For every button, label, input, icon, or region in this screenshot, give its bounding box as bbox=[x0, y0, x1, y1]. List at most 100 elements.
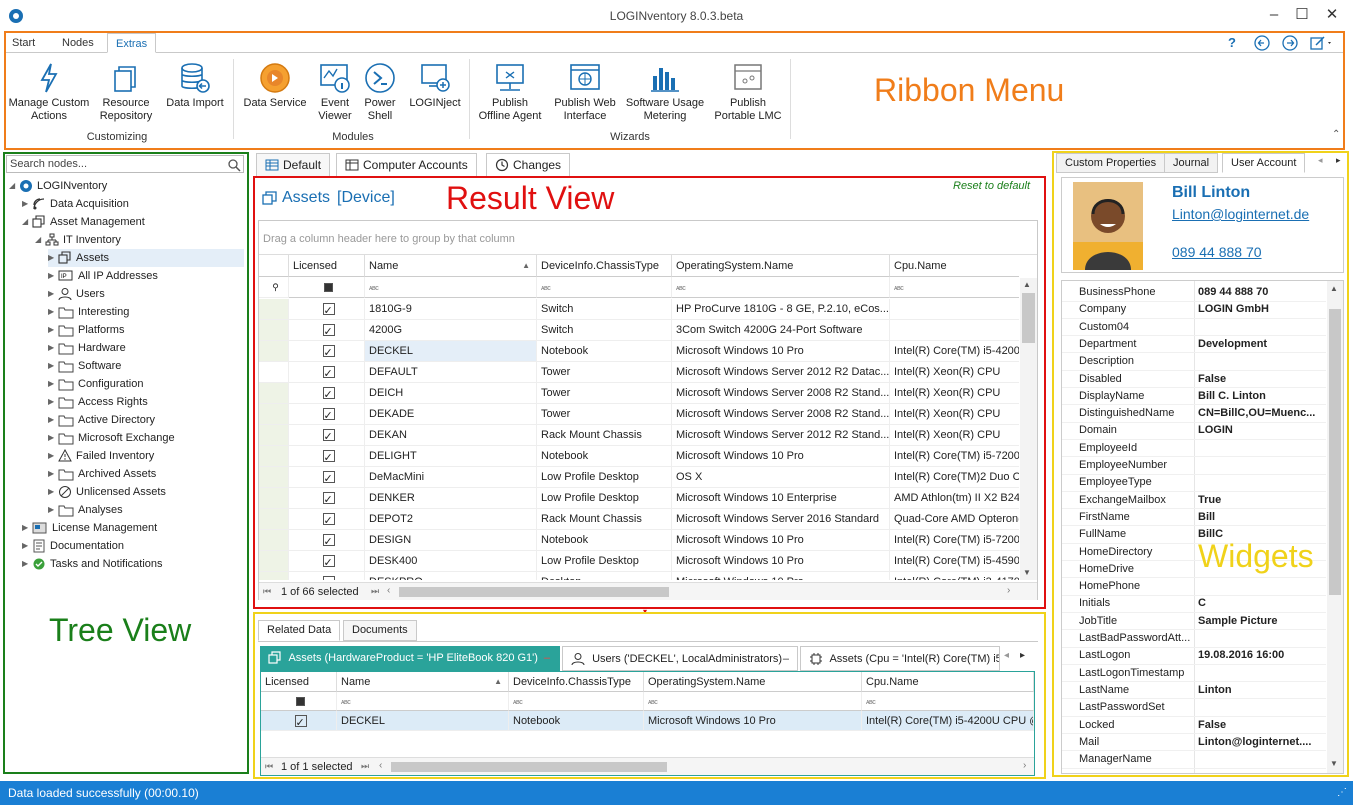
licensed-checkbox[interactable] bbox=[322, 343, 335, 361]
event-viewer-button[interactable]: Event Viewer bbox=[312, 59, 358, 123]
row-indicator[interactable] bbox=[259, 320, 289, 341]
filter-cell[interactable]: ᴀʙᴄ bbox=[890, 277, 1019, 298]
help-button[interactable]: ? bbox=[1228, 35, 1236, 50]
collapse-ribbon-button[interactable]: ⌃ bbox=[1332, 129, 1340, 140]
table-cell[interactable]: Tower bbox=[537, 383, 672, 404]
expand-arrow-icon[interactable]: ▶ bbox=[48, 483, 58, 501]
scroll-down-icon[interactable]: ▼ bbox=[1330, 759, 1338, 768]
filter-checkbox[interactable] bbox=[296, 696, 305, 706]
expand-arrow-icon[interactable]: ▶ bbox=[48, 249, 58, 267]
licensed-cell[interactable] bbox=[289, 383, 365, 404]
tab-custom-properties[interactable]: Custom Properties bbox=[1056, 153, 1166, 173]
table-cell[interactable]: Microsoft Windows Server 2008 R2 Stand..… bbox=[672, 404, 890, 425]
expand-arrow-icon[interactable]: ▶ bbox=[48, 375, 58, 393]
table-cell[interactable]: Tower bbox=[537, 404, 672, 425]
column-header[interactable]: DeviceInfo.ChassisType bbox=[537, 255, 672, 277]
tab-extras[interactable]: Extras bbox=[107, 33, 157, 53]
scroll-up-icon[interactable]: ▲ bbox=[1023, 280, 1031, 289]
tab-changes[interactable]: Changes bbox=[486, 153, 571, 177]
first-page-icon[interactable]: ⏮ bbox=[263, 586, 271, 597]
row-indicator[interactable] bbox=[259, 467, 289, 488]
licensed-checkbox[interactable] bbox=[322, 322, 335, 340]
table-cell[interactable]: Notebook bbox=[537, 530, 672, 551]
table-cell[interactable]: Low Profile Desktop bbox=[537, 488, 672, 509]
property-value[interactable]: Linton@loginternet.... bbox=[1198, 734, 1326, 751]
data-service-button[interactable]: Data Service bbox=[240, 59, 310, 110]
licensed-cell[interactable] bbox=[289, 467, 365, 488]
resize-grip-icon[interactable]: ⋰ bbox=[1337, 781, 1347, 805]
publish-offline-agent-button[interactable]: Publish Offline Agent bbox=[474, 59, 546, 123]
tree-node-assets[interactable]: ▶ Assets bbox=[48, 249, 244, 267]
licensed-checkbox[interactable] bbox=[322, 490, 335, 508]
table-cell[interactable]: DECKEL bbox=[337, 711, 509, 731]
table-cell[interactable]: Intel(R) Core(TM) i5-7200U bbox=[890, 446, 1019, 467]
table-cell[interactable]: Microsoft Windows 10 Pro bbox=[644, 711, 862, 731]
table-cell[interactable]: Intel(R) Xeon(R) CPU bbox=[890, 425, 1019, 446]
search-icon[interactable] bbox=[227, 158, 241, 172]
table-cell[interactable]: DESK400 bbox=[365, 551, 537, 572]
table-cell[interactable]: 4200G bbox=[365, 320, 537, 341]
licensed-checkbox[interactable] bbox=[322, 385, 335, 403]
table-cell[interactable]: Microsoft Windows 10 Pro bbox=[672, 551, 890, 572]
filter-cell[interactable] bbox=[261, 692, 337, 711]
power-shell-button[interactable]: Power Shell bbox=[358, 59, 402, 123]
close-subtab-icon[interactable]: – bbox=[544, 646, 550, 671]
licensed-cell[interactable] bbox=[289, 446, 365, 467]
publish-portable-lmc-button[interactable]: Publish Portable LMC bbox=[710, 59, 786, 123]
expand-arrow-icon[interactable]: ▶ bbox=[48, 393, 58, 411]
tree-node-all-ip-addresses[interactable]: ▶ IP All IP Addresses bbox=[48, 267, 158, 285]
filter-cell[interactable]: ᴀʙᴄ bbox=[337, 692, 509, 711]
table-cell[interactable]: DEPOT2 bbox=[365, 509, 537, 530]
filter-cell[interactable]: ᴀʙᴄ bbox=[509, 692, 644, 711]
licensed-checkbox[interactable] bbox=[322, 406, 335, 424]
table-cell[interactable]: DESIGN bbox=[365, 530, 537, 551]
property-value[interactable] bbox=[1198, 474, 1326, 491]
last-page-icon[interactable]: ⏭ bbox=[371, 586, 379, 597]
property-value[interactable]: True bbox=[1198, 492, 1326, 509]
user-email-link[interactable]: Linton@loginternet.de bbox=[1172, 206, 1309, 222]
property-value[interactable]: CN=BillC,OU=Muenc... bbox=[1198, 405, 1326, 422]
tree-node-archived-assets[interactable]: ▶ Archived Assets bbox=[48, 465, 156, 483]
tree-node-documentation[interactable]: ▶ Documentation bbox=[22, 537, 124, 555]
data-import-button[interactable]: Data Import bbox=[162, 59, 228, 110]
subtab-assets-hardware[interactable]: Assets (HardwareProduct = 'HP EliteBook … bbox=[260, 646, 560, 671]
splitter-handle-icon[interactable]: ▾ bbox=[643, 607, 647, 616]
tab-related-data[interactable]: Related Data bbox=[258, 620, 341, 641]
tree-node-access-rights[interactable]: ▶ Access Rights bbox=[48, 393, 148, 411]
licensed-checkbox[interactable] bbox=[294, 713, 307, 730]
property-value[interactable]: Linton bbox=[1198, 682, 1326, 699]
table-cell[interactable]: HP ProCurve 1810G - 8 GE, P.2.10, eCos..… bbox=[672, 299, 890, 320]
table-cell[interactable]: Intel(R) Core(TM) i5-4200U bbox=[890, 341, 1019, 362]
subtab-users[interactable]: Users ('DECKEL', LocalAdministrators) – bbox=[562, 646, 798, 671]
table-cell[interactable]: Notebook bbox=[537, 446, 672, 467]
minimize-button[interactable]: – bbox=[1264, 6, 1284, 24]
table-cell[interactable]: DENKER bbox=[365, 488, 537, 509]
table-cell[interactable]: DEKAN bbox=[365, 425, 537, 446]
table-cell[interactable]: Intel(R) Core(TM) i5-7200U bbox=[890, 530, 1019, 551]
table-cell[interactable]: Microsoft Windows 10 Pro bbox=[672, 572, 890, 580]
table-cell[interactable]: 1810G-9 bbox=[365, 299, 537, 320]
property-scrollbar[interactable]: ▲ ▼ bbox=[1327, 281, 1343, 773]
tab-journal[interactable]: Journal bbox=[1164, 153, 1219, 173]
row-indicator[interactable] bbox=[259, 341, 289, 362]
licensed-cell[interactable] bbox=[289, 341, 365, 362]
table-cell[interactable]: Switch bbox=[537, 299, 672, 320]
scroll-right-icon[interactable]: › bbox=[1007, 585, 1010, 596]
first-page-icon[interactable]: ⏮ bbox=[265, 761, 273, 772]
scrollbar-thumb[interactable] bbox=[1022, 293, 1035, 343]
row-indicator[interactable] bbox=[259, 551, 289, 572]
filter-cell[interactable]: ᴀʙᴄ bbox=[537, 277, 672, 298]
tree-node-license-management[interactable]: ▶ License Management bbox=[22, 519, 157, 537]
row-indicator[interactable] bbox=[259, 509, 289, 530]
related-column-header[interactable]: Name ▲ bbox=[337, 672, 509, 692]
widget-tab-next-icon[interactable]: ▸ bbox=[1336, 155, 1341, 166]
property-value[interactable]: 19.08.2016 16:00 bbox=[1198, 647, 1326, 664]
table-cell[interactable]: Microsoft Windows Server 2008 R2 Stand..… bbox=[672, 383, 890, 404]
expand-arrow-icon[interactable]: ◢ bbox=[9, 177, 19, 195]
table-cell[interactable]: Microsoft Windows Server 2012 R2 Stand..… bbox=[672, 425, 890, 446]
row-indicator[interactable] bbox=[259, 446, 289, 467]
tab-nodes[interactable]: Nodes bbox=[54, 33, 102, 53]
horizontal-scrollbar-thumb[interactable] bbox=[391, 762, 667, 772]
column-header[interactable]: Cpu.Name bbox=[890, 255, 1019, 277]
related-column-header[interactable]: Cpu.Name bbox=[862, 672, 1034, 692]
